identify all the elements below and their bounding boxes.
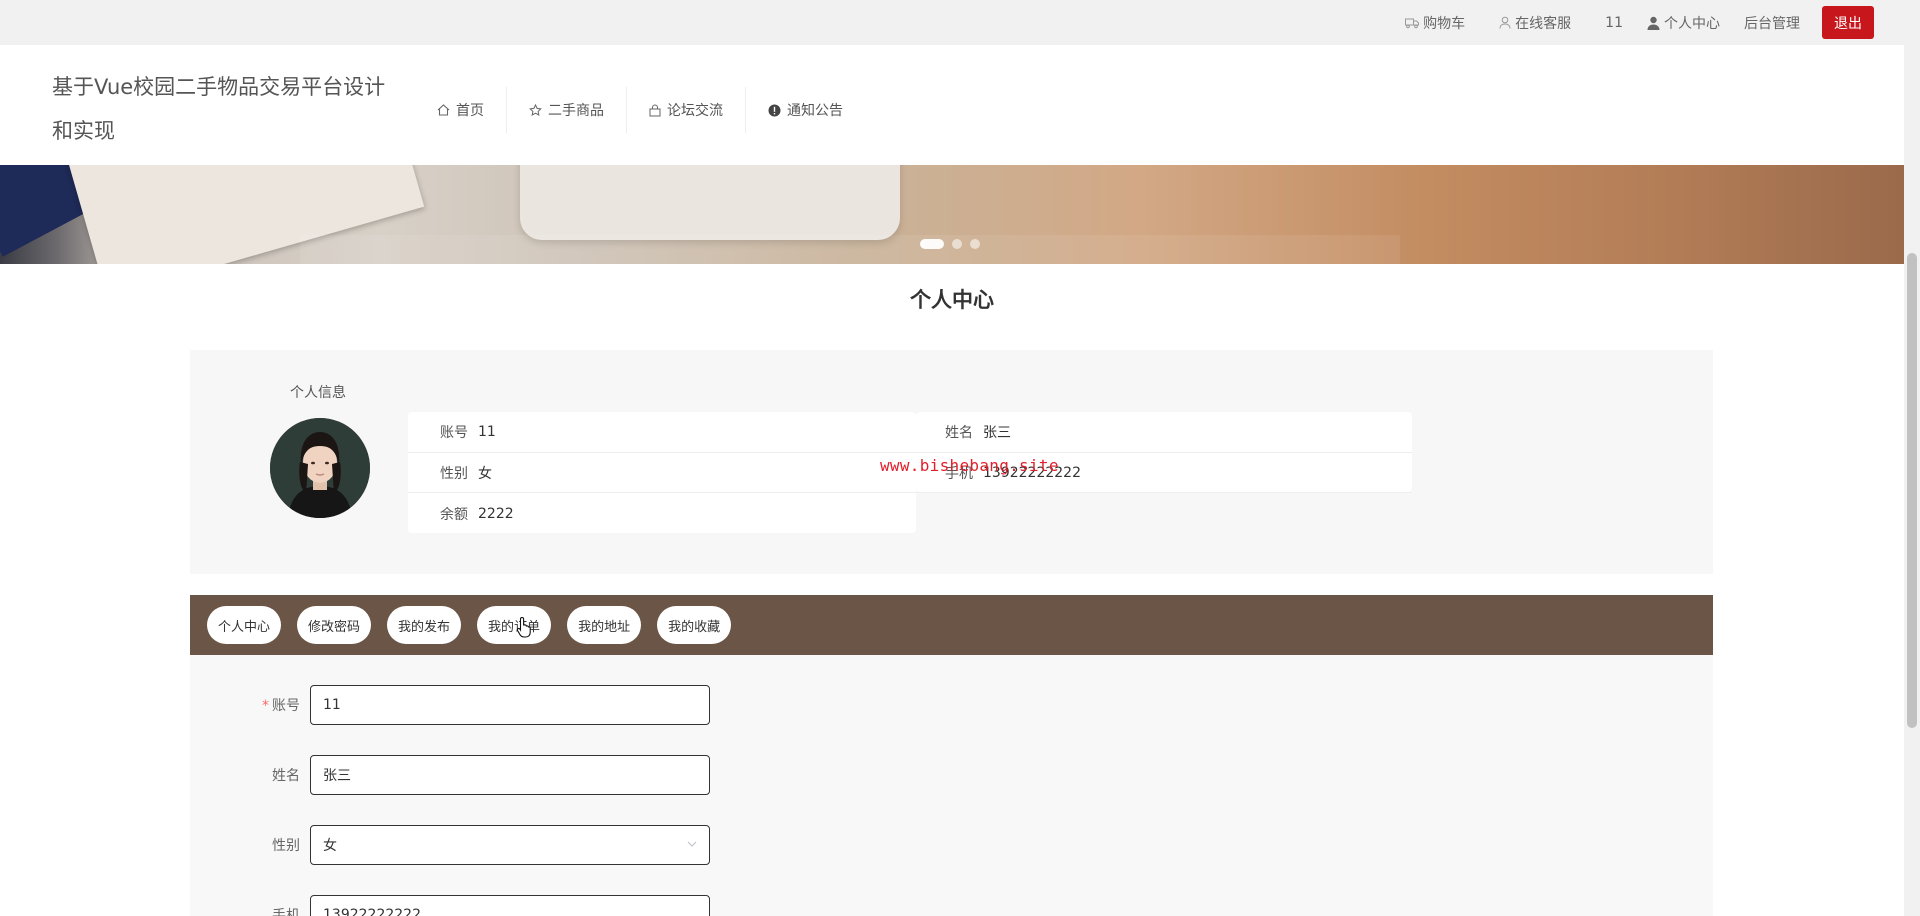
profile-tabs: 个人中心 修改密码 我的发布 我的订单 我的地址 我的收藏 bbox=[190, 595, 1713, 655]
logout-button[interactable]: 退出 bbox=[1822, 6, 1874, 39]
online-service-link[interactable]: 在线客服 bbox=[1499, 13, 1571, 33]
info-label: 性别 bbox=[440, 466, 468, 482]
tab-change-password[interactable]: 修改密码 bbox=[297, 606, 372, 644]
name-input[interactable] bbox=[310, 755, 710, 795]
nav-label: 首页 bbox=[456, 103, 484, 119]
scrollbar-thumb[interactable] bbox=[1907, 253, 1917, 728]
info-label: 账号 bbox=[440, 425, 468, 441]
info-value: 2222 bbox=[478, 506, 514, 522]
gender-selected-value: 女 bbox=[323, 838, 337, 854]
info-name: 姓名 张三 bbox=[945, 422, 1011, 442]
info-icon bbox=[768, 104, 781, 116]
nav-label: 论坛交流 bbox=[667, 103, 723, 119]
info-label: 余额 bbox=[440, 507, 468, 523]
info-label: 姓名 bbox=[945, 425, 973, 441]
nav-item-notice[interactable]: 通知公告 bbox=[746, 87, 865, 133]
nav-item-home[interactable]: 首页 bbox=[415, 87, 507, 133]
truck-icon bbox=[1405, 18, 1420, 28]
name-field-label: 姓名 bbox=[272, 768, 300, 784]
user-solid-icon bbox=[1647, 16, 1660, 30]
phone-field-label: 手机 bbox=[272, 908, 300, 916]
account-label-text: 账号 bbox=[272, 698, 300, 714]
tab-my-orders[interactable]: 我的订单 bbox=[477, 606, 552, 644]
banner-carousel[interactable] bbox=[0, 165, 1904, 264]
phone-input[interactable] bbox=[310, 895, 710, 916]
info-value: 11 bbox=[478, 424, 496, 440]
admin-label: 后台管理 bbox=[1744, 15, 1800, 32]
site-header: 基于Vue校园二手物品交易平台设计和实现 首页 二手商品 论坛交流 通知公告 bbox=[0, 45, 1904, 165]
carousel-dot-2[interactable] bbox=[952, 239, 962, 249]
divider bbox=[408, 452, 1412, 453]
username-text: 11 bbox=[1605, 14, 1623, 31]
cart-label: 购物车 bbox=[1423, 15, 1466, 32]
username-display: 11 bbox=[1605, 15, 1623, 31]
page-title: 个人中心 bbox=[910, 288, 994, 312]
form-row-gender: 性别 女 bbox=[190, 825, 710, 865]
profile-label: 个人中心 bbox=[1664, 15, 1720, 32]
top-utility-bar: 购物车 在线客服 11 个人中心 后台管理 退出 bbox=[0, 0, 1920, 45]
account-field-label: * 账号 bbox=[190, 695, 310, 715]
main-nav: 首页 二手商品 论坛交流 通知公告 bbox=[415, 85, 865, 135]
chevron-down-icon bbox=[687, 841, 697, 847]
gender-select[interactable]: 女 bbox=[310, 825, 710, 865]
bag-icon bbox=[649, 104, 661, 116]
info-gender: 性别 女 bbox=[440, 463, 492, 483]
logout-label: 退出 bbox=[1834, 15, 1862, 32]
form-row-name: 姓名 bbox=[190, 755, 710, 795]
banner-decoration bbox=[520, 165, 900, 240]
divider bbox=[408, 492, 1412, 493]
nav-label: 二手商品 bbox=[548, 103, 604, 119]
nav-item-products[interactable]: 二手商品 bbox=[507, 87, 627, 133]
tab-my-address[interactable]: 我的地址 bbox=[567, 606, 642, 644]
account-input[interactable] bbox=[310, 685, 710, 725]
tab-my-favorites[interactable]: 我的收藏 bbox=[657, 606, 732, 644]
profile-form: *账号 姓名 性别 女 手机 bbox=[190, 655, 1713, 916]
info-balance: 余额 2222 bbox=[440, 504, 514, 524]
info-value: 张三 bbox=[983, 425, 1011, 441]
profile-link[interactable]: 个人中心 bbox=[1647, 13, 1720, 33]
admin-link[interactable]: 后台管理 bbox=[1744, 13, 1800, 33]
home-icon bbox=[437, 104, 450, 116]
nav-label: 通知公告 bbox=[787, 103, 843, 119]
site-title: 基于Vue校园二手物品交易平台设计和实现 bbox=[52, 75, 386, 143]
banner-decoration bbox=[300, 235, 1400, 264]
tab-my-posts[interactable]: 我的发布 bbox=[387, 606, 462, 644]
info-account: 账号 11 bbox=[440, 422, 496, 442]
online-service-label: 在线客服 bbox=[1515, 15, 1572, 32]
avatar bbox=[270, 418, 370, 518]
hand-cursor-icon bbox=[516, 616, 531, 638]
info-value: 女 bbox=[478, 466, 492, 482]
form-row-account: * 账号 bbox=[190, 685, 710, 725]
nav-item-forum[interactable]: 论坛交流 bbox=[627, 87, 746, 133]
form-row-phone: 手机 bbox=[190, 895, 710, 916]
cart-link[interactable]: 购物车 bbox=[1405, 13, 1465, 33]
page-scrollbar[interactable] bbox=[1904, 45, 1920, 916]
watermark-text: www.bishebang.site bbox=[880, 456, 1059, 475]
user-outline-icon bbox=[1499, 16, 1511, 29]
required-mark: * bbox=[262, 698, 269, 714]
carousel-dot-1[interactable] bbox=[920, 239, 944, 249]
carousel-indicators bbox=[920, 239, 988, 249]
carousel-dot-3[interactable] bbox=[970, 239, 980, 249]
tab-profile[interactable]: 个人中心 bbox=[207, 606, 282, 644]
star-icon bbox=[529, 103, 542, 116]
profile-section-title: 个人信息 bbox=[290, 385, 346, 401]
gender-field-label: 性别 bbox=[272, 838, 300, 854]
